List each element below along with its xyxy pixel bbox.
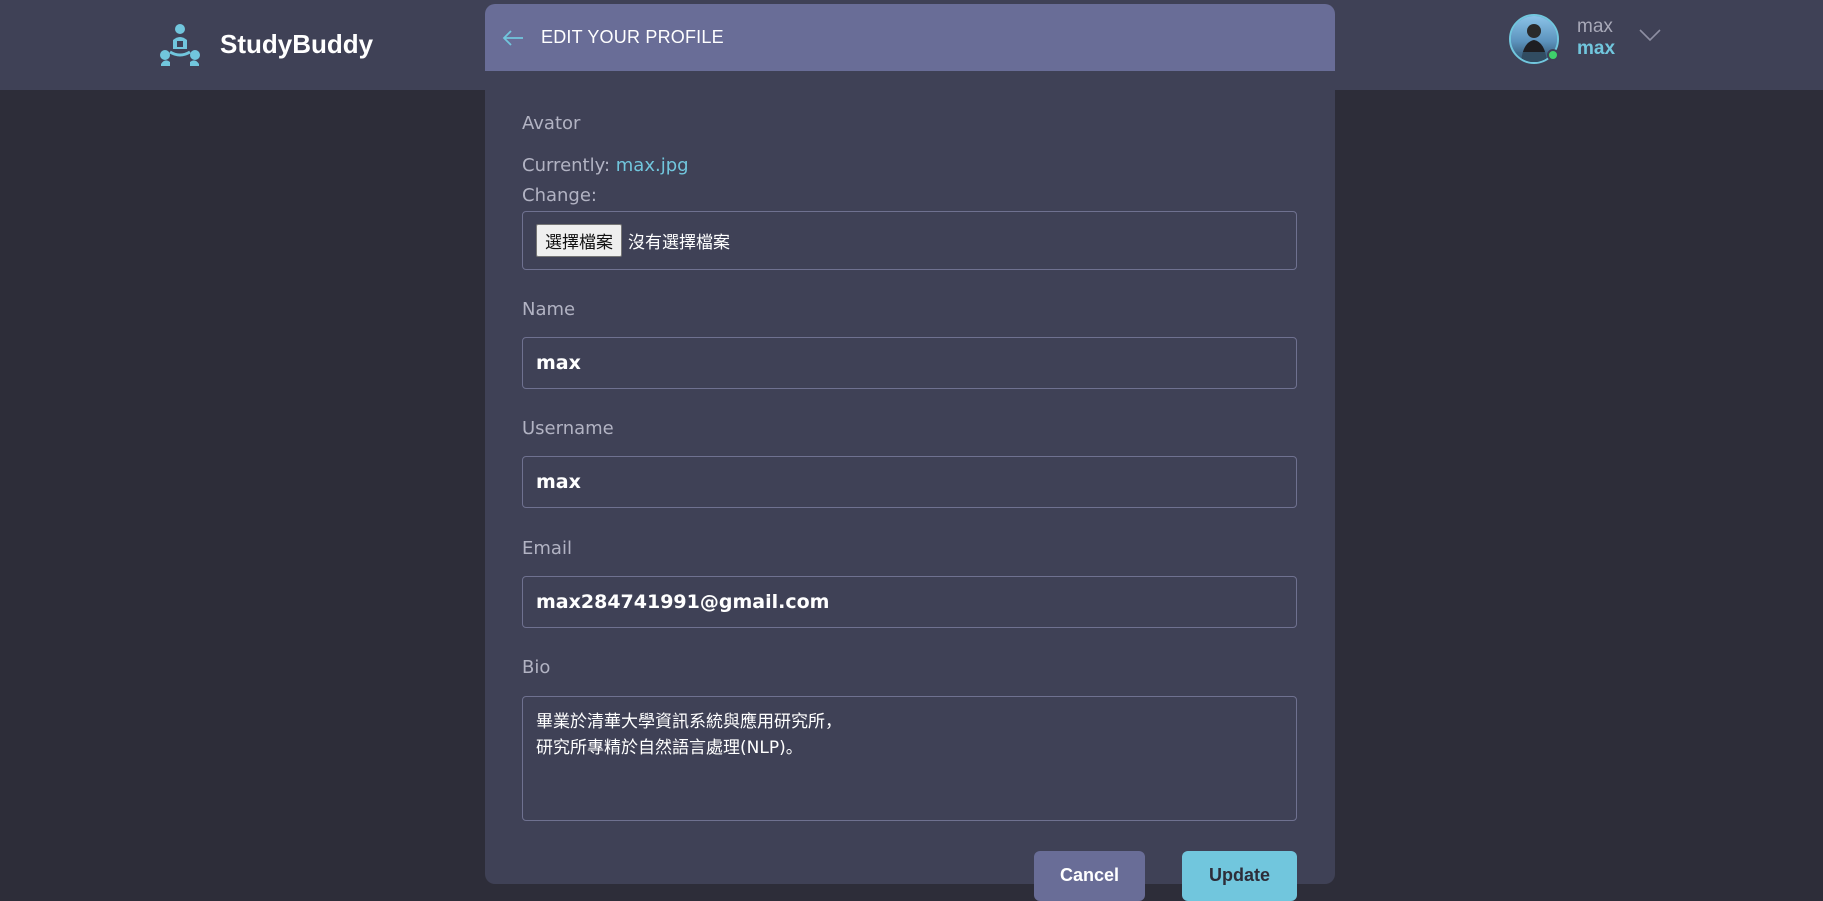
current-avatar-row: Currently: max.jpg: [522, 155, 1297, 176]
user-username: max: [1577, 38, 1616, 59]
user-menu[interactable]: max max: [1509, 14, 1661, 64]
name-label: Name: [522, 299, 576, 320]
change-label: Change:: [522, 185, 597, 206]
page-title: EDIT YOUR PROFILE: [541, 27, 724, 47]
email-input[interactable]: max284741991@gmail.com: [522, 576, 1297, 628]
user-display-name: max: [1577, 16, 1613, 37]
update-button[interactable]: Update: [1182, 851, 1297, 901]
bio-label: Bio: [522, 657, 551, 678]
username-label: Username: [522, 418, 614, 439]
avatar-label: Avator: [522, 113, 581, 134]
online-status-dot: [1547, 49, 1559, 61]
app-name: StudyBuddy: [220, 28, 374, 59]
currently-label: Currently:: [522, 155, 611, 176]
logo-icon: [160, 24, 200, 66]
avatar[interactable]: [1509, 14, 1559, 64]
app-logo[interactable]: StudyBuddy: [158, 22, 373, 66]
file-status-text: 沒有選擇檔案: [628, 233, 730, 253]
card-header: EDIT YOUR PROFILE: [485, 4, 1335, 71]
avatar-file-input: 選擇檔案 沒有選擇檔案: [522, 211, 1297, 270]
back-arrow-icon[interactable]: [501, 29, 525, 47]
cancel-button[interactable]: Cancel: [1034, 851, 1145, 901]
chevron-down-icon[interactable]: [1639, 28, 1661, 42]
edit-profile-card: EDIT YOUR PROFILE Avator Currently: max.…: [485, 4, 1335, 884]
bio-textarea[interactable]: 畢業於清華大學資訊系統與應用研究所， 研究所專精於自然語言處理(NLP)。: [522, 696, 1297, 821]
current-avatar-link[interactable]: max.jpg: [616, 155, 689, 176]
username-input[interactable]: max: [522, 456, 1297, 508]
name-input[interactable]: max: [522, 337, 1297, 389]
choose-file-button[interactable]: 選擇檔案: [536, 224, 622, 257]
email-label: Email: [522, 538, 572, 559]
